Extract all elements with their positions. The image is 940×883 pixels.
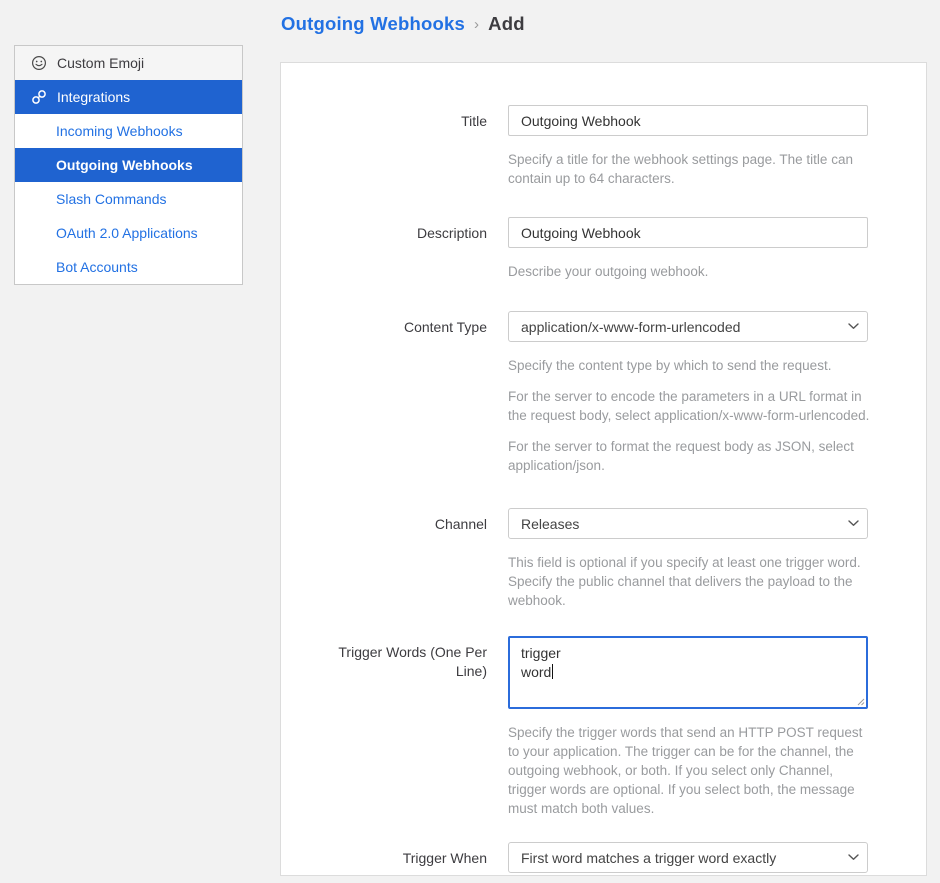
link-icon	[31, 89, 47, 105]
breadcrumb-current-page: Add	[488, 13, 525, 35]
breadcrumb: Outgoing Webhooks › Add	[281, 13, 525, 35]
channel-label: Channel	[281, 508, 487, 534]
sidebar-item-integrations[interactable]: Integrations	[15, 80, 242, 114]
sidebar-item-label: Incoming Webhooks	[56, 123, 183, 139]
content-type-field-row: Content Type application/x-www-form-urle…	[281, 311, 926, 475]
description-input[interactable]	[508, 217, 868, 248]
sidebar-item-slash-commands[interactable]: Slash Commands	[15, 182, 242, 216]
breadcrumb-outgoing-webhooks-link[interactable]: Outgoing Webhooks	[281, 13, 465, 35]
sidebar-item-label: Integrations	[57, 89, 130, 105]
sidebar-item-label: Slash Commands	[56, 191, 167, 207]
sidebar-item-custom-emoji[interactable]: Custom Emoji	[15, 46, 242, 80]
trigger-words-label: Trigger Words (One Per Line)	[281, 636, 487, 681]
content-type-select[interactable]: application/x-www-form-urlencoded	[508, 311, 868, 342]
channel-help-text: This field is optional if you specify at…	[508, 553, 872, 610]
trigger-words-field-row: Trigger Words (One Per Line) trigger wor…	[281, 636, 926, 818]
sidebar-item-label: Bot Accounts	[56, 259, 138, 275]
description-help-text: Describe your outgoing webhook.	[508, 262, 872, 281]
breadcrumb-separator-icon: ›	[474, 15, 479, 33]
sidebar-item-incoming-webhooks[interactable]: Incoming Webhooks	[15, 114, 242, 148]
title-label: Title	[281, 105, 487, 131]
content-type-label: Content Type	[281, 311, 487, 337]
resize-grip-icon[interactable]	[855, 696, 865, 706]
trigger-when-select[interactable]: First word matches a trigger word exactl…	[508, 842, 868, 873]
title-help-text: Specify a title for the webhook settings…	[508, 150, 872, 188]
trigger-words-line: trigger	[521, 644, 855, 663]
sidebar-item-label: Outgoing Webhooks	[56, 157, 193, 173]
sidebar-item-label: OAuth 2.0 Applications	[56, 225, 198, 241]
content-type-help-text-2: For the server to encode the parameters …	[508, 387, 872, 425]
content-type-help-text-3: For the server to format the request bod…	[508, 437, 872, 475]
sidebar-item-bot-accounts[interactable]: Bot Accounts	[15, 250, 242, 284]
description-label: Description	[281, 217, 487, 243]
content-type-help-text-1: Specify the content type by which to sen…	[508, 356, 872, 375]
integrations-sidebar: Custom Emoji Integrations Incoming Webho…	[14, 45, 243, 285]
trigger-words-line: word	[521, 664, 551, 680]
trigger-when-label: Trigger When	[281, 842, 487, 868]
trigger-words-textarea[interactable]: trigger word	[508, 636, 868, 709]
smiley-icon	[31, 55, 47, 71]
description-field-row: Description Describe your outgoing webho…	[281, 217, 926, 281]
text-cursor	[552, 664, 553, 679]
sidebar-item-outgoing-webhooks[interactable]: Outgoing Webhooks	[15, 148, 242, 182]
trigger-words-help-text: Specify the trigger words that send an H…	[508, 723, 872, 818]
add-outgoing-webhook-form: Title Specify a title for the webhook se…	[280, 62, 927, 876]
sidebar-item-label: Custom Emoji	[57, 55, 144, 71]
trigger-when-field-row: Trigger When First word matches a trigge…	[281, 842, 926, 873]
title-field-row: Title Specify a title for the webhook se…	[281, 105, 926, 188]
channel-field-row: Channel Releases This field is optional …	[281, 508, 926, 610]
channel-select[interactable]: Releases	[508, 508, 868, 539]
sidebar-item-oauth-applications[interactable]: OAuth 2.0 Applications	[15, 216, 242, 250]
title-input[interactable]	[508, 105, 868, 136]
